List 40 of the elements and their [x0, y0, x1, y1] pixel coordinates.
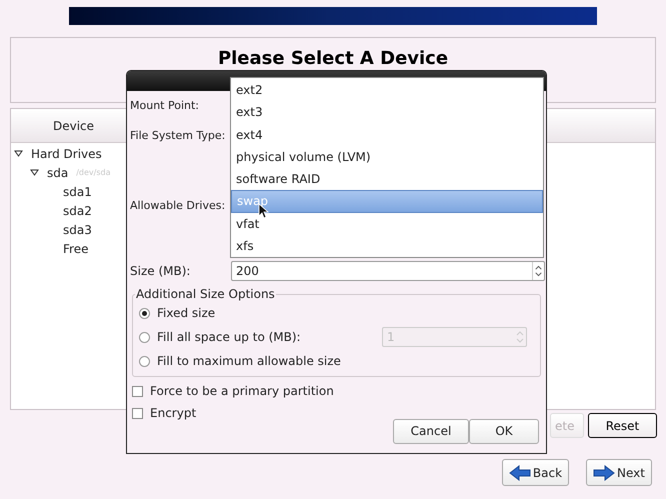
tree-item[interactable]: Free: [63, 240, 88, 258]
field-label: Mount Point:: [130, 98, 199, 114]
field-label: Allowable Drives:: [130, 198, 226, 214]
radio-label[interactable]: Fill all space up to (MB):: [157, 328, 301, 346]
checkbox[interactable]: [132, 408, 143, 418]
reset-button[interactable]: Reset: [588, 413, 657, 438]
radio-label[interactable]: Fixed size: [157, 304, 216, 322]
cancel-button[interactable]: Cancel: [393, 418, 469, 444]
dropdown-item[interactable]: ext3: [231, 101, 543, 124]
next-button[interactable]: Next: [586, 459, 652, 486]
back-button[interactable]: Back: [502, 459, 570, 486]
size-spin-field[interactable]: 200: [231, 260, 545, 280]
group-title: Additional Size Options: [135, 286, 276, 302]
spin-arrows-icon[interactable]: [532, 262, 544, 280]
tree-item[interactable]: sda3: [63, 220, 92, 238]
dropdown-item[interactable]: software RAID: [231, 168, 543, 190]
right-arrow-icon: [593, 464, 616, 480]
field-label: Size (MB):: [130, 262, 192, 280]
page-title: Please Select A Device: [218, 49, 448, 69]
tree-item[interactable]: sda1: [63, 182, 92, 200]
tree-item[interactable]: sda2: [63, 202, 92, 220]
expander-icon[interactable]: [30, 168, 39, 177]
radio-button[interactable]: [139, 356, 150, 366]
dropdown-item[interactable]: vfat: [231, 212, 543, 235]
radio-button[interactable]: [139, 332, 150, 342]
checkbox-label[interactable]: Encrypt: [150, 404, 196, 422]
tree-item[interactable]: Hard Drives: [31, 144, 102, 162]
dropdown-item[interactable]: xfs: [231, 234, 543, 257]
field-label: File System Type:: [130, 128, 226, 144]
expander-icon[interactable]: [14, 149, 23, 158]
checkbox-label[interactable]: Force to be a primary partition: [150, 382, 334, 400]
checkbox[interactable]: [132, 386, 143, 396]
dropdown-item[interactable]: physical volume (LVM): [231, 146, 543, 168]
radio-label[interactable]: Fill to maximum allowable size: [157, 352, 341, 370]
ok-button[interactable]: OK: [469, 418, 539, 444]
left-arrow-icon: [508, 464, 531, 480]
radio-button[interactable]: [139, 308, 150, 318]
tree-item[interactable]: sda: [47, 164, 68, 182]
dropdown-item[interactable]: ext4: [231, 124, 543, 146]
dropdown-item[interactable]: ext2: [231, 79, 543, 102]
